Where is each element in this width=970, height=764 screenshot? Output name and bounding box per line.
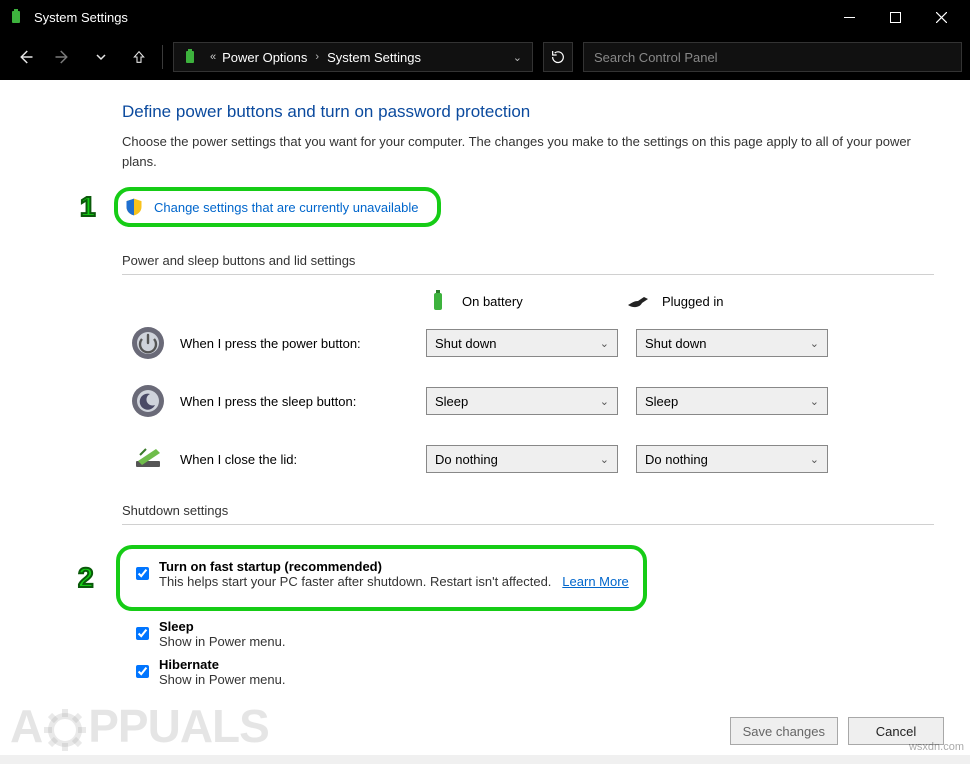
window-titlebar: System Settings xyxy=(0,0,970,34)
column-plugged-in: Plugged in xyxy=(626,289,826,313)
battery-app-icon-small xyxy=(182,49,198,65)
annotation-badge-2: 2 xyxy=(78,562,94,594)
column-on-battery: On battery xyxy=(426,289,626,313)
save-button[interactable]: Save changes xyxy=(730,717,838,745)
shutdown-item-fast-startup: Turn on fast startup (recommended) This … xyxy=(132,559,629,589)
breadcrumb-system-settings[interactable]: System Settings xyxy=(327,50,421,65)
sleep-icon xyxy=(130,383,166,419)
window-title: System Settings xyxy=(34,10,826,25)
shutdown-item-desc: This helps start your PC faster after sh… xyxy=(159,574,629,589)
learn-more-link[interactable]: Learn More xyxy=(562,574,628,589)
toolbar: « Power Options › System Settings ⌄ xyxy=(0,34,970,80)
row-label: When I close the lid: xyxy=(180,452,426,467)
footer-buttons: Save changes Cancel xyxy=(730,717,944,745)
shutdown-item-desc: Show in Power menu. xyxy=(159,672,285,687)
chevron-down-icon: ⌄ xyxy=(600,395,609,408)
shutdown-item-title: Hibernate xyxy=(159,657,285,672)
page-description: Choose the power settings that you want … xyxy=(122,132,934,171)
row-label: When I press the power button: xyxy=(180,336,426,351)
section-title-shutdown: Shutdown settings xyxy=(122,499,934,525)
select-sleep-plugged[interactable]: Sleep⌄ xyxy=(636,387,828,415)
column-header-label: On battery xyxy=(462,294,523,309)
forward-button[interactable] xyxy=(46,40,80,74)
address-dropdown-icon[interactable]: ⌄ xyxy=(507,51,528,64)
breadcrumb-overflow-icon[interactable]: « xyxy=(210,51,216,63)
select-lid-battery[interactable]: Do nothing⌄ xyxy=(426,445,618,473)
change-settings-link[interactable]: Change settings that are currently unava… xyxy=(154,200,419,215)
chevron-down-icon: ⌄ xyxy=(600,453,609,466)
battery-icon xyxy=(426,289,450,313)
select-power-plugged[interactable]: Shut down⌄ xyxy=(636,329,828,357)
chevron-right-icon: › xyxy=(315,51,319,63)
checkbox-hibernate[interactable] xyxy=(136,659,149,684)
shutdown-item-title: Turn on fast startup (recommended) xyxy=(159,559,629,574)
maximize-button[interactable] xyxy=(872,2,918,32)
recent-locations-button[interactable] xyxy=(84,40,118,74)
chevron-down-icon: ⌄ xyxy=(600,337,609,350)
shutdown-item-desc: Show in Power menu. xyxy=(159,634,285,649)
chevron-down-icon: ⌄ xyxy=(810,453,819,466)
select-power-battery[interactable]: Shut down⌄ xyxy=(426,329,618,357)
chevron-down-icon: ⌄ xyxy=(810,395,819,408)
shutdown-item-sleep: Sleep Show in Power menu. xyxy=(132,619,934,649)
up-button[interactable] xyxy=(122,40,156,74)
column-headers: On battery Plugged in xyxy=(122,289,934,313)
annotation-badge-1: 1 xyxy=(80,191,96,223)
row-label: When I press the sleep button: xyxy=(180,394,426,409)
battery-app-icon xyxy=(8,9,24,25)
minimize-button[interactable] xyxy=(826,2,872,32)
cancel-button[interactable]: Cancel xyxy=(848,717,944,745)
back-button[interactable] xyxy=(8,40,42,74)
select-sleep-battery[interactable]: Sleep⌄ xyxy=(426,387,618,415)
breadcrumb-power-options[interactable]: Power Options xyxy=(222,50,307,65)
page-heading: Define power buttons and turn on passwor… xyxy=(122,102,934,122)
power-icon xyxy=(130,325,166,361)
content-area: Define power buttons and turn on passwor… xyxy=(0,80,970,755)
row-close-lid: When I close the lid: Do nothing⌄ Do not… xyxy=(130,441,934,477)
row-sleep-button: When I press the sleep button: Sleep⌄ Sl… xyxy=(130,383,934,419)
toolbar-separator xyxy=(162,45,163,69)
shutdown-item-title: Sleep xyxy=(159,619,285,634)
close-button[interactable] xyxy=(918,2,964,32)
checkbox-sleep[interactable] xyxy=(136,621,149,646)
annotation-callout-2: 2 Turn on fast startup (recommended) Thi… xyxy=(116,545,647,611)
plug-icon xyxy=(626,289,650,313)
annotation-callout-1: 1 Change settings that are currently una… xyxy=(114,187,441,227)
checkbox-fast-startup[interactable] xyxy=(136,561,149,586)
laptop-lid-icon xyxy=(130,441,166,477)
address-bar[interactable]: « Power Options › System Settings ⌄ xyxy=(173,42,533,72)
row-power-button: When I press the power button: Shut down… xyxy=(130,325,934,361)
section-title-buttons-lid: Power and sleep buttons and lid settings xyxy=(122,249,934,275)
column-header-label: Plugged in xyxy=(662,294,723,309)
refresh-button[interactable] xyxy=(543,42,573,72)
chevron-down-icon: ⌄ xyxy=(810,337,819,350)
search-input[interactable] xyxy=(583,42,962,72)
select-lid-plugged[interactable]: Do nothing⌄ xyxy=(636,445,828,473)
shutdown-item-hibernate: Hibernate Show in Power menu. xyxy=(132,657,934,687)
shield-icon xyxy=(124,197,144,217)
